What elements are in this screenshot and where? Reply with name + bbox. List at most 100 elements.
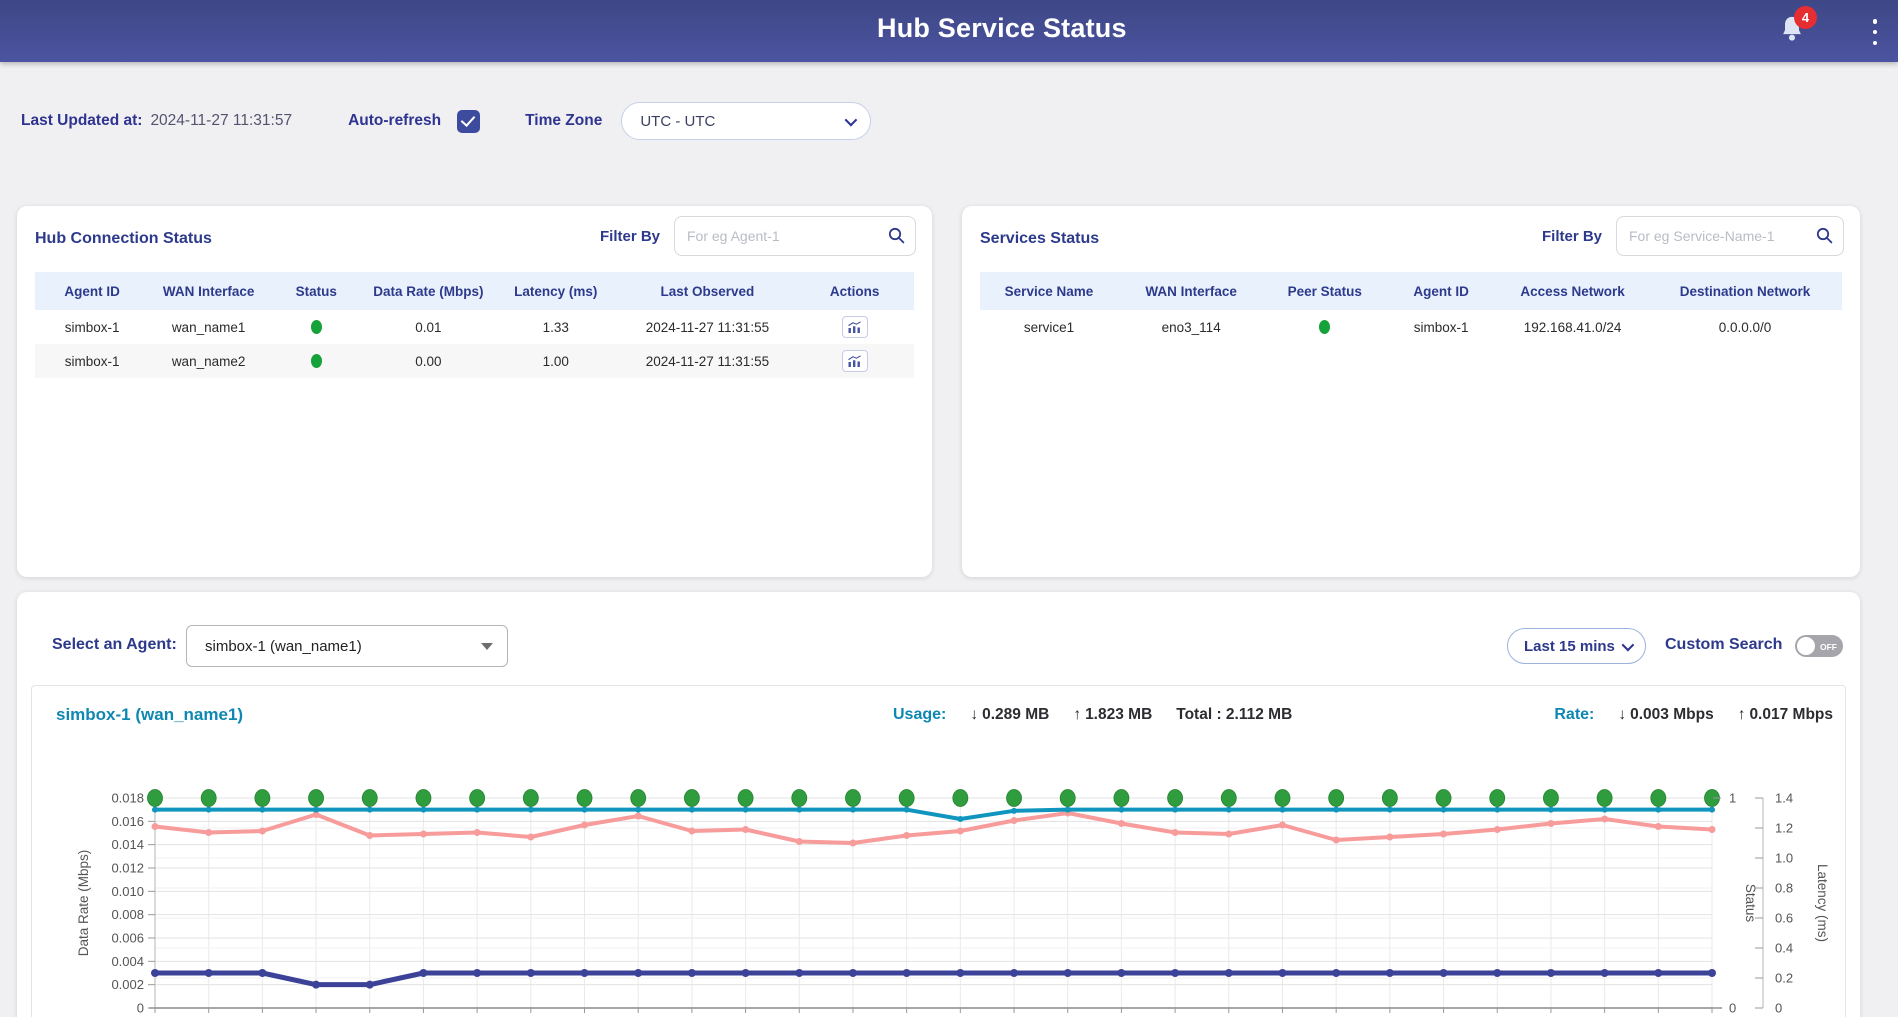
toolbar: Last Updated at: 2024-11-27 11:31:57 Aut… xyxy=(21,100,871,142)
view-chart-button[interactable] xyxy=(842,316,868,338)
usage-upload: ↑1.823 MB xyxy=(1073,706,1152,724)
table-row: simbox-1wan_name20.001.002024-11-27 11:3… xyxy=(35,344,914,378)
notification-bell-button[interactable]: 4 xyxy=(1778,13,1812,49)
down-arrow-icon: ↓ xyxy=(970,706,978,723)
svg-text:0: 0 xyxy=(137,1001,144,1016)
svg-text:1: 1 xyxy=(1729,791,1736,806)
hub-panel-title: Hub Connection Status xyxy=(35,230,212,248)
column-header-service_name: Service Name xyxy=(980,284,1118,299)
svg-text:Status: Status xyxy=(1743,884,1758,923)
cell-wan_interface: wan_name1 xyxy=(149,320,268,335)
svg-text:0.014: 0.014 xyxy=(111,837,144,852)
table-row: service1eno3_114 simbox-1192.168.41.0/240… xyxy=(980,310,1842,344)
rate-metrics: Rate: ↓0.003 Mbps ↑0.017 Mbps xyxy=(1554,706,1833,724)
timezone-select[interactable]: UTC - UTC xyxy=(621,102,871,140)
svg-text:Data Rate (Mbps): Data Rate (Mbps) xyxy=(76,850,91,957)
svg-text:0.018: 0.018 xyxy=(111,791,144,806)
time-range-select[interactable]: Last 15 mins xyxy=(1507,628,1646,664)
agent-chart-section: Select an Agent: simbox-1 (wan_name1) La… xyxy=(17,592,1860,1017)
cell-status xyxy=(268,320,365,334)
column-header-wan_interface: WAN Interface xyxy=(1118,284,1265,299)
custom-search-label: Custom Search xyxy=(1665,636,1782,654)
svg-text:0: 0 xyxy=(1729,1001,1736,1016)
hub-filter-input[interactable] xyxy=(674,216,916,256)
hub-connection-status-panel: Hub Connection Status Filter By Agent ID… xyxy=(17,206,932,577)
app-header: Hub Service Status 4 xyxy=(0,0,1898,62)
kebab-dot xyxy=(1873,41,1878,46)
rate-download: ↓0.003 Mbps xyxy=(1618,706,1713,724)
svg-text:0.004: 0.004 xyxy=(111,954,144,969)
cell-last_observed: 2024-11-27 11:31:55 xyxy=(620,354,796,369)
page: { "header": { "title": "Hub Service Stat… xyxy=(0,0,1898,1017)
search-icon[interactable] xyxy=(887,226,906,250)
services-panel-title: Services Status xyxy=(980,230,1099,248)
cell-access_network: 192.168.41.0/24 xyxy=(1497,320,1648,335)
timezone-value: UTC - UTC xyxy=(640,113,845,130)
status-dot-up xyxy=(311,320,322,334)
cell-service_name: service1 xyxy=(980,320,1118,335)
cell-latency: 1.00 xyxy=(492,354,619,369)
cell-destination_network: 0.0.0.0/0 xyxy=(1648,320,1842,335)
cell-last_observed: 2024-11-27 11:31:55 xyxy=(620,320,796,335)
usage-label: Usage: xyxy=(893,706,946,724)
column-header-wan_interface: WAN Interface xyxy=(149,284,268,299)
up-arrow-icon: ↑ xyxy=(1073,706,1081,723)
column-header-agent_id: Agent ID xyxy=(1385,284,1497,299)
chevron-down-icon xyxy=(845,113,858,126)
time-zone-label: Time Zone xyxy=(525,112,602,130)
notification-badge: 4 xyxy=(1794,6,1817,29)
cell-actions xyxy=(795,350,914,372)
toggle-knob xyxy=(1797,637,1815,655)
cell-data_rate: 0.01 xyxy=(365,320,492,335)
agent-select-value: simbox-1 (wan_name1) xyxy=(205,638,481,655)
auto-refresh-checkbox[interactable] xyxy=(457,110,480,133)
column-header-agent_id: Agent ID xyxy=(35,284,149,299)
svg-text:0.8: 0.8 xyxy=(1775,881,1793,896)
column-header-status: Status xyxy=(268,284,365,299)
svg-text:Latency (ms): Latency (ms) xyxy=(1815,864,1830,942)
traffic-chart: 00.0020.0040.0060.0080.0100.0120.0140.01… xyxy=(32,744,1845,1017)
cell-agent_id: simbox-1 xyxy=(1385,320,1497,335)
usage-metrics: Usage: ↓0.289 MB ↑1.823 MB Total : 2.112… xyxy=(893,706,1292,724)
kebab-dot xyxy=(1873,30,1878,35)
custom-search-toggle[interactable]: OFF xyxy=(1795,635,1843,657)
hub-filter-label: Filter By xyxy=(600,228,660,245)
cell-peer_status xyxy=(1264,320,1385,334)
caret-down-icon xyxy=(481,643,493,650)
svg-text:0.012: 0.012 xyxy=(111,861,144,876)
svg-text:1.0: 1.0 xyxy=(1775,851,1793,866)
bell-icon xyxy=(1778,32,1806,49)
svg-text:0.010: 0.010 xyxy=(111,884,144,899)
cell-wan_interface: eno3_114 xyxy=(1118,320,1265,335)
column-header-destination_network: Destination Network xyxy=(1648,284,1842,299)
column-header-last_observed: Last Observed xyxy=(620,284,796,299)
svg-text:0.006: 0.006 xyxy=(111,931,144,946)
page-title: Hub Service Status xyxy=(877,13,1127,44)
column-header-access_network: Access Network xyxy=(1497,284,1648,299)
select-agent-label: Select an Agent: xyxy=(52,636,177,654)
view-chart-button[interactable] xyxy=(842,350,868,372)
status-dot-up xyxy=(1319,320,1330,334)
cell-status xyxy=(268,354,365,368)
last-updated-label: Last Updated at: xyxy=(21,112,142,130)
svg-text:0.2: 0.2 xyxy=(1775,971,1793,986)
up-arrow-icon: ↑ xyxy=(1738,706,1746,723)
svg-text:0.008: 0.008 xyxy=(111,907,144,922)
table-row: simbox-1wan_name10.011.332024-11-27 11:3… xyxy=(35,310,914,344)
kebab-menu-button[interactable] xyxy=(1866,17,1884,47)
agent-select[interactable]: simbox-1 (wan_name1) xyxy=(186,625,508,667)
cell-actions xyxy=(795,316,914,338)
svg-text:0.6: 0.6 xyxy=(1775,911,1793,926)
down-arrow-icon: ↓ xyxy=(1618,706,1626,723)
status-dot-up xyxy=(311,354,322,368)
kebab-dot xyxy=(1873,19,1878,24)
search-icon[interactable] xyxy=(1815,226,1834,250)
traffic-chart-card: simbox-1 (wan_name1) Usage: ↓0.289 MB ↑1… xyxy=(31,685,1846,1017)
rate-upload: ↑0.017 Mbps xyxy=(1738,706,1833,724)
svg-text:1.4: 1.4 xyxy=(1775,791,1793,806)
column-header-data_rate: Data Rate (Mbps) xyxy=(365,284,492,299)
cell-wan_interface: wan_name2 xyxy=(149,354,268,369)
toggle-state-label: OFF xyxy=(1820,642,1837,652)
services-filter-input[interactable] xyxy=(1616,216,1844,256)
services-table: Service NameWAN InterfacePeer StatusAgen… xyxy=(980,272,1842,344)
